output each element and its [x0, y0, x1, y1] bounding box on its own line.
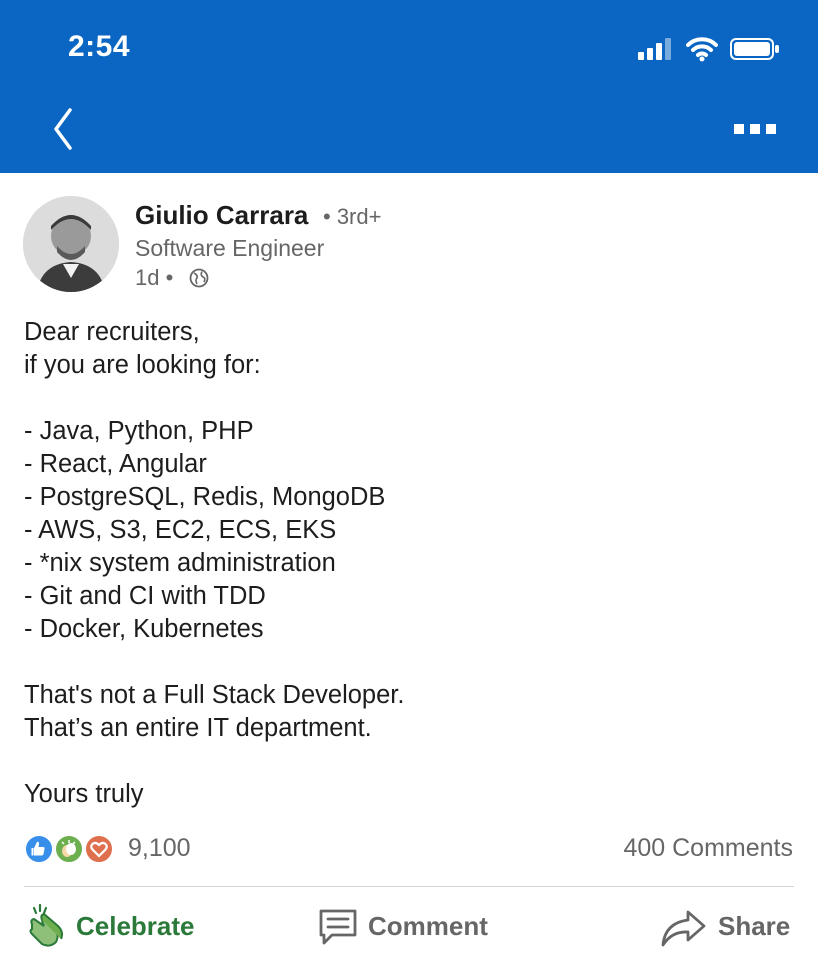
- post-line: [24, 646, 794, 679]
- celebrate-button[interactable]: Celebrate: [24, 900, 224, 954]
- celebrate-label: Celebrate: [76, 911, 195, 941]
- author-avatar[interactable]: [23, 196, 119, 292]
- comment-icon: [319, 909, 357, 945]
- share-label: Share: [718, 911, 791, 941]
- post-line: - PostgreSQL, Redis, MongoDB: [24, 483, 386, 511]
- reaction-count[interactable]: 9,100: [128, 834, 191, 863]
- post-line: That's not a Full Stack Developer.: [24, 681, 405, 709]
- love-reaction-icon: [84, 834, 114, 864]
- author-name[interactable]: Giulio Carrara: [135, 200, 308, 231]
- back-button[interactable]: [44, 104, 84, 154]
- author-photo: [23, 196, 119, 292]
- globe-icon: [189, 268, 209, 288]
- status-icons: [638, 34, 788, 64]
- divider: [24, 886, 794, 887]
- post-line: [24, 745, 794, 778]
- post-line: - Docker, Kubernetes: [24, 615, 264, 643]
- battery-icon: [730, 38, 779, 60]
- celebrate-reaction-icon: [54, 834, 84, 864]
- like-reaction-icon: [24, 834, 54, 864]
- signal-icon: [638, 38, 671, 60]
- post-line: [24, 382, 794, 415]
- top-app-bar: 2:54: [0, 0, 818, 173]
- connection-degree: • 3rd+: [323, 204, 382, 229]
- post-line: - React, Angular: [24, 450, 207, 478]
- post-line: - AWS, S3, EC2, ECS, EKS: [24, 516, 337, 544]
- more-horizontal-icon: [734, 124, 744, 134]
- comment-label: Comment: [368, 911, 488, 941]
- post-line: Yours truly: [24, 780, 144, 808]
- comment-button[interactable]: Comment: [318, 900, 508, 954]
- post-line: That’s an entire IT department.: [24, 714, 372, 742]
- post-line: Dear recruiters,: [24, 318, 200, 346]
- share-icon: [661, 910, 706, 947]
- post-line: - Git and CI with TDD: [24, 582, 266, 610]
- author-headline: Software Engineer: [135, 235, 325, 261]
- reaction-icons[interactable]: [24, 834, 134, 864]
- more-options-button[interactable]: [734, 120, 778, 140]
- celebrate-icon: [29, 903, 63, 947]
- share-button[interactable]: Share: [660, 900, 800, 954]
- post-text: Dear recruiters, if you are looking for:…: [24, 316, 794, 811]
- post-time: 1d •: [135, 265, 174, 290]
- post-line: if you are looking for:: [24, 351, 261, 379]
- comments-count[interactable]: 400 Comments: [623, 834, 793, 863]
- status-time: 2:54: [68, 30, 131, 63]
- wifi-icon: [686, 37, 718, 62]
- post-line: - *nix system administration: [24, 549, 336, 577]
- post-line: - Java, Python, PHP: [24, 417, 254, 445]
- chevron-left-icon: [54, 108, 72, 150]
